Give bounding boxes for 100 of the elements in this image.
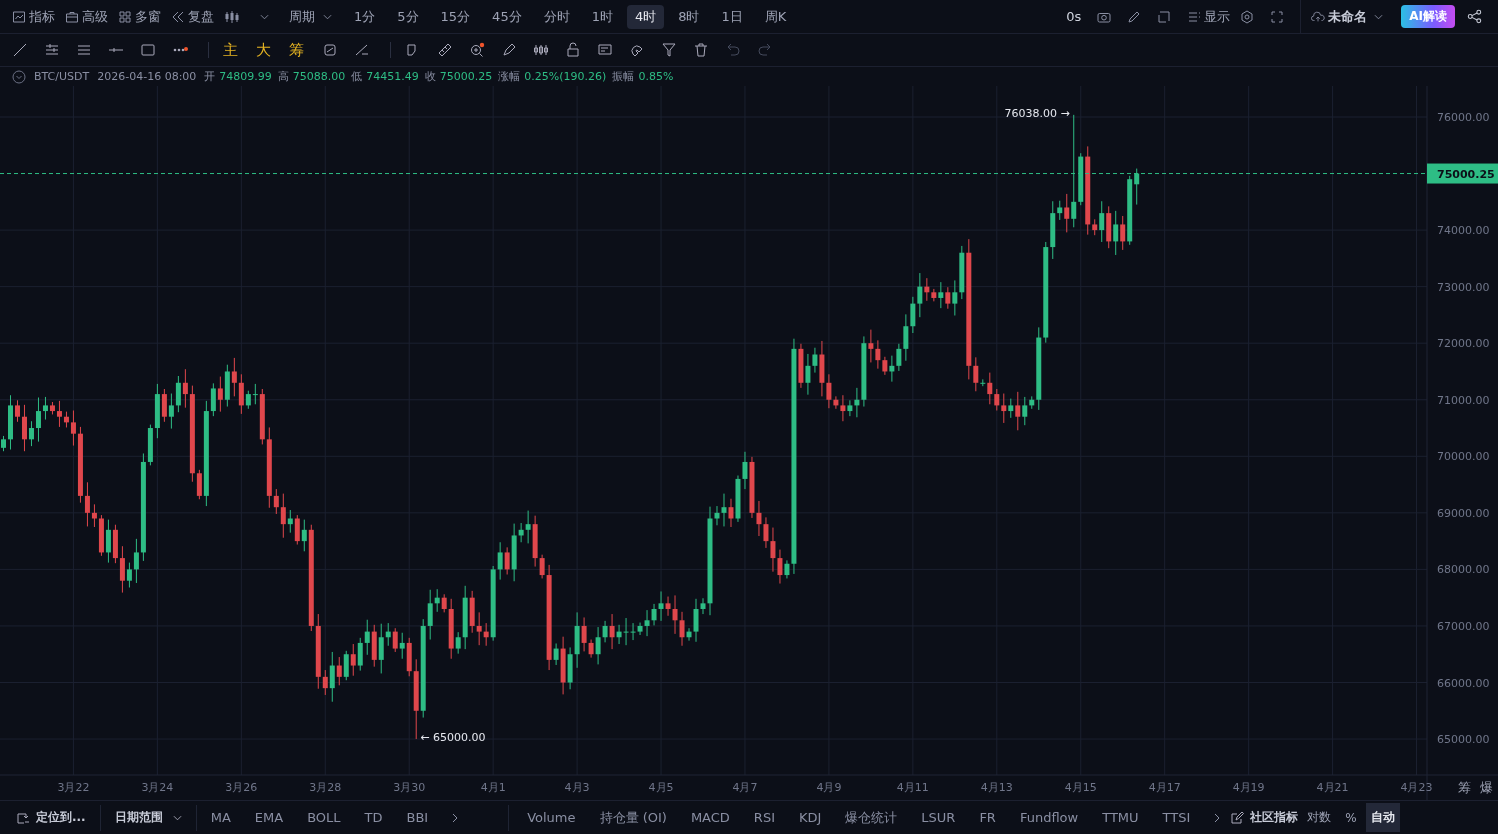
scale-toggle[interactable]: 对数 [1302,803,1337,832]
settings-icon[interactable] [1240,9,1255,24]
period-tab[interactable]: 周K [756,4,795,29]
cloud-upload-icon [1311,9,1326,24]
chevron-right-icon[interactable] [1214,812,1221,823]
date-tick: 4月11 [896,781,929,794]
indicator-tab[interactable]: FR [979,810,996,825]
indicator-tab[interactable]: EMA [254,810,284,825]
indicator-tab[interactable]: TTSI [1162,810,1191,825]
indicator-tab[interactable]: 爆仓统计 [845,808,898,827]
price-tick: 68000.00 [1437,563,1490,577]
indicator-tab[interactable]: LSUR [921,810,956,825]
date-tick: 3月30 [393,781,426,794]
date-tick: 4月23 [1400,781,1433,794]
field-value: 0.85% [638,70,674,83]
locate-button[interactable]: 定位到... [16,809,86,826]
period-tab[interactable]: 1日 [713,4,751,29]
indicator-tab[interactable]: 持仓量 (OI) [599,808,667,827]
price-tag: 75000.25 [1427,163,1498,184]
period-tab[interactable]: 4时 [626,4,665,29]
indicator-tool[interactable]: 大 [256,40,271,60]
community-indicators-button[interactable]: 社区指标 [1230,809,1299,826]
candles-icon[interactable] [533,42,549,58]
lock-icon[interactable] [565,42,581,58]
indicator-tab[interactable]: BOLL [307,810,341,825]
indicator-tab[interactable]: TTMU [1102,810,1139,825]
axis-toggle[interactable]: 筹 [1457,780,1471,795]
field-value: 74451.49 [366,70,419,83]
countdown: 0s [1066,9,1082,24]
line-icon[interactable] [12,42,28,58]
field-value: 0.25%(190.26) [524,70,607,83]
zoom-icon[interactable] [469,42,485,58]
price-tick: 70000.00 [1437,450,1490,464]
ref-line-label: 75000.25 [1437,167,1495,181]
field-label: 低 [351,69,363,84]
period-tab[interactable]: 8时 [670,4,708,29]
indicator-tab[interactable]: Fundflow [1019,810,1079,825]
layout-dropdown[interactable]: 未命名 [1311,7,1384,26]
indicator-tool[interactable]: 筹 [289,40,304,60]
price-tick: 69000.00 [1437,506,1490,520]
axis-toggle[interactable]: 爆 [1479,780,1493,795]
date-tick: 3月24 [141,781,174,794]
grid-icon [118,9,132,24]
price-tick: 74000.00 [1437,224,1490,238]
note-icon[interactable] [597,42,613,58]
ruler-icon[interactable] [437,42,453,58]
field-value: 75088.00 [292,70,346,83]
field-label: 振幅 [612,69,635,84]
period-tab[interactable]: 45分 [484,4,530,29]
indicator-tab[interactable]: TD [364,810,383,825]
period-tab[interactable]: 1分 [346,4,384,29]
period-tab[interactable]: 1时 [583,4,621,29]
caret-icon[interactable] [323,13,332,20]
menu-item[interactable]: 复盘 [171,7,214,26]
menu-item[interactable]: 指标 [12,7,55,26]
folder-icon [65,9,79,24]
field-value: 75000.25 [439,70,493,83]
chevron-right-icon[interactable] [452,812,459,823]
period-dropdown[interactable]: 周期 [289,7,315,26]
collapse-icon[interactable] [12,69,26,84]
indicator-tab[interactable]: MA [210,810,231,825]
period-tab[interactable]: 5分 [389,4,427,29]
pen-icon[interactable] [501,42,517,58]
field-label: 收 [424,69,436,84]
date-range-dropdown[interactable]: 日期范围 [114,809,182,826]
price-tick: 67000.00 [1437,619,1490,633]
share-icon[interactable] [1467,9,1482,24]
scale-toggle[interactable]: 自动 [1365,803,1400,832]
price-tick: 66000.00 [1437,676,1490,690]
horizontal-lines-icon[interactable] [76,42,92,58]
indicator-tab[interactable]: Volume [527,810,576,825]
indicator-tab[interactable]: BBI [406,810,429,825]
date-tick: 4月17 [1148,781,1181,794]
date-tick: 3月26 [225,781,258,794]
date-tick: 4月19 [1232,781,1265,794]
rectangle-icon[interactable] [140,42,156,58]
period-tab[interactable]: 分时 [535,4,578,29]
chart-icon [12,9,26,24]
rewind-icon [171,9,185,24]
display-menu[interactable]: 显示 [1187,7,1231,26]
filter-icon[interactable] [661,42,677,58]
price-tick: 65000.00 [1437,733,1490,747]
caret-icon[interactable] [260,13,269,20]
date-tick: 4月9 [816,781,842,794]
menu-item[interactable]: 多窗 [118,7,161,26]
ai-button[interactable]: AI解读 [1401,5,1455,28]
trash-icon[interactable] [693,42,709,58]
pencil-icon[interactable] [1127,9,1142,24]
symbol-label: BTC/USDT [34,70,90,83]
scale-toggle[interactable]: % [1340,804,1362,831]
indicator-tab[interactable]: RSI [753,810,775,825]
period-tab[interactable]: 15分 [432,4,479,29]
indicator-tab[interactable]: MACD [690,810,730,825]
field-label: 涨幅 [498,69,521,84]
parallel-lines-icon[interactable] [44,42,60,58]
indicator-tool[interactable]: 主 [223,40,238,60]
price-tick: 73000.00 [1437,280,1490,294]
menu-item[interactable]: 高级 [65,7,108,26]
indicator-tab[interactable]: KDJ [798,810,822,825]
candles-icon[interactable] [224,9,240,24]
